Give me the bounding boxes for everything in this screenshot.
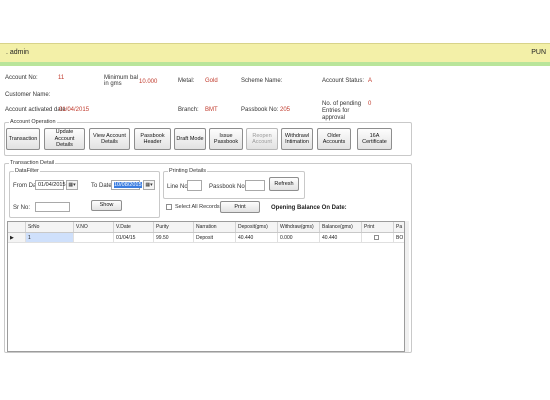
opening-balance-label: Opening Balance On Date: (271, 205, 347, 211)
pending-entries-label: No. of pending Entries for approval (322, 101, 362, 121)
title-bar: . admin PUN (0, 43, 550, 62)
logged-in-user: . admin (6, 49, 29, 56)
print-row-checkbox[interactable] (374, 235, 379, 240)
col-header-vdate[interactable]: V.Date (114, 222, 154, 232)
customer-name-label: Customer Name: (5, 92, 51, 98)
transaction-detail-title: Transaction Detail (9, 160, 56, 166)
min-bal-value: 10.000 (139, 79, 158, 85)
cell-purity[interactable]: 99.50 (154, 233, 194, 243)
min-bal-label: Minimum bal in gms (104, 75, 139, 87)
select-all-records-label: Select All Records (175, 204, 220, 210)
print-button[interactable]: Print (220, 201, 260, 213)
withdrawl-intimation-button[interactable]: Withdrawl Intimation (281, 128, 313, 150)
printing-details-title: Printing Details (168, 168, 207, 174)
print-passbook-no-label: Passbook No: (209, 184, 247, 190)
grid-vertical-scrollbar[interactable] (405, 221, 409, 352)
account-no-label: Account No: (5, 75, 38, 81)
cell-withdraw[interactable]: 0.000 (278, 233, 320, 243)
row-selector-header (8, 222, 26, 232)
cell-vno[interactable] (74, 233, 114, 243)
reopen-account-button[interactable]: Reopen Account (246, 128, 278, 150)
grid-header: SrNo V.NO V.Date Purity Narration Deposi… (8, 222, 404, 233)
branch-value: BMT (205, 107, 218, 113)
cell-pa[interactable]: BO (394, 233, 404, 243)
line-no-label: Line No: (167, 184, 190, 190)
passbook-no-value: 205 (280, 107, 291, 113)
header-accent-line (0, 62, 550, 66)
cell-vdate[interactable]: 01/04/15 (114, 233, 154, 243)
passbook-no-label: Passbook No: (241, 107, 279, 113)
transactions-grid: SrNo V.NO V.Date Purity Narration Deposi… (7, 221, 405, 352)
col-header-srno[interactable]: SrNo (26, 222, 74, 232)
col-header-pa[interactable]: Pa (394, 222, 404, 232)
activated-date-value: 01/04/2015 (59, 107, 90, 113)
view-account-details-button[interactable]: View Account Details (89, 128, 130, 150)
refresh-button[interactable]: Refresh (269, 177, 299, 191)
16a-certificate-button[interactable]: 16A Certificate (357, 128, 392, 150)
to-date-input[interactable]: 10/08/2015 (111, 180, 142, 190)
col-header-deposit[interactable]: Deposit(gms) (236, 222, 278, 232)
line-no-input[interactable] (187, 180, 202, 191)
current-row-arrow-icon: ▶ (10, 235, 14, 241)
metal-label: Metal: (178, 78, 195, 84)
from-date-input[interactable]: 01/04/2015 (35, 180, 66, 190)
to-date-calendar-icon[interactable]: ▦▾ (143, 180, 155, 190)
issue-passbook-button[interactable]: Issue Passbook (209, 128, 243, 150)
cell-deposit[interactable]: 40.440 (236, 233, 278, 243)
col-header-vno[interactable]: V.NO (74, 222, 114, 232)
older-accounts-button[interactable]: Older Accounts (317, 128, 351, 150)
col-header-balance[interactable]: Balance(gms) (320, 222, 362, 232)
col-header-purity[interactable]: Purity (154, 222, 194, 232)
update-account-details-button[interactable]: Update Account Details (44, 128, 85, 150)
cell-balance[interactable]: 40.440 (320, 233, 362, 243)
draft-mode-button[interactable]: Draft Mode (174, 128, 206, 150)
sr-no-input[interactable] (35, 202, 70, 212)
scheme-label: Scheme Name: (241, 78, 283, 84)
cell-narration[interactable]: Deposit (194, 233, 236, 243)
metal-value: Gold (205, 78, 218, 84)
passbook-header-button[interactable]: Passbook Header (134, 128, 171, 150)
table-row[interactable]: ▶ 1 01/04/15 99.50 Deposit 40.440 0.000 … (8, 233, 404, 243)
print-passbook-no-input[interactable] (245, 180, 265, 191)
branch-code: PUN (531, 49, 546, 56)
select-all-records-checkbox[interactable] (166, 204, 172, 210)
account-status-value: A (368, 78, 373, 84)
col-header-narration[interactable]: Narration (194, 222, 236, 232)
col-header-withdraw[interactable]: Withdraw(gms) (278, 222, 320, 232)
account-operation-title: Account Operation (9, 119, 57, 125)
branch-label: Branch: (178, 107, 199, 113)
col-header-print[interactable]: Print (362, 222, 394, 232)
transaction-button[interactable]: Transaction (6, 128, 40, 150)
account-no-value: 11 (58, 75, 65, 81)
cell-print[interactable] (362, 233, 394, 243)
row-selector[interactable]: ▶ (8, 233, 26, 243)
cell-srno[interactable]: 1 (26, 233, 74, 243)
sr-no-label: Sr No: (13, 205, 31, 211)
pending-entries-value: 0 (368, 101, 372, 107)
show-button[interactable]: Show (91, 200, 122, 211)
to-date-label: To Date (91, 183, 112, 189)
datafilter-group: DataFilter (9, 168, 160, 218)
account-status-label: Account Status: (322, 78, 365, 84)
datafilter-title: DataFilter (14, 168, 40, 174)
to-date-value: 10/08/2015 (114, 182, 142, 188)
from-date-calendar-icon[interactable]: ▦▾ (66, 180, 78, 190)
